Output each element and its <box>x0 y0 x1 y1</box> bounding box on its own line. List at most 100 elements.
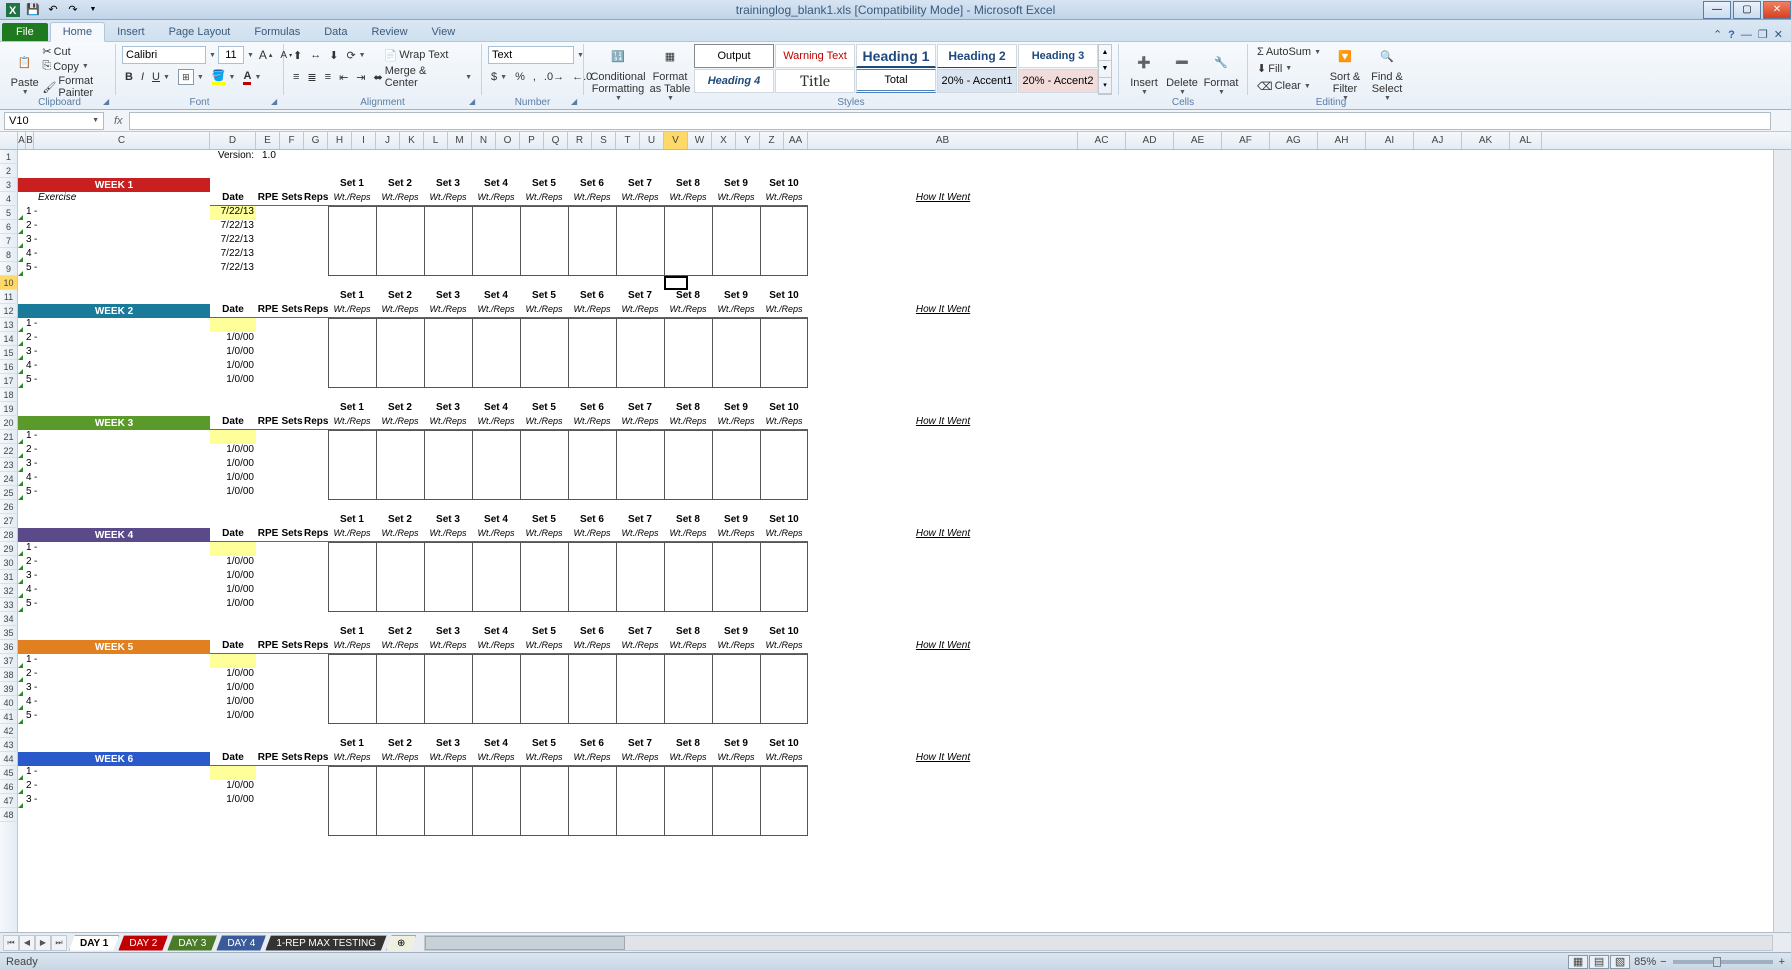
conditional-formatting-button[interactable]: 🔢Conditional Formatting▼ <box>590 44 646 102</box>
column-header[interactable]: AB <box>808 132 1078 149</box>
cell[interactable]: - <box>34 472 44 486</box>
cell[interactable]: Set 7 <box>616 178 664 192</box>
column-header[interactable]: D <box>210 132 256 149</box>
cell[interactable]: Wt./Reps <box>568 752 616 766</box>
cell[interactable]: 5 <box>26 374 34 388</box>
cell[interactable]: 3 <box>26 234 34 248</box>
font-launcher-icon[interactable]: ◢ <box>271 97 281 107</box>
clear-button[interactable]: ⌫ Clear▼ <box>1254 79 1324 94</box>
column-header[interactable]: G <box>304 132 328 149</box>
row-header[interactable]: 32 <box>0 584 17 598</box>
column-header[interactable]: F <box>280 132 304 149</box>
column-header[interactable]: U <box>640 132 664 149</box>
style-accent1[interactable]: 20% - Accent1 <box>937 69 1017 93</box>
cell[interactable]: Set 4 <box>472 290 520 304</box>
row-header[interactable]: 20 <box>0 416 17 430</box>
row-header[interactable]: 15 <box>0 346 17 360</box>
tab-nav-prev-icon[interactable]: ◀ <box>19 935 35 951</box>
cell[interactable]: Set 6 <box>568 178 616 192</box>
cell[interactable]: Wt./Reps <box>520 752 568 766</box>
cell[interactable]: Reps <box>304 752 328 766</box>
cell[interactable]: 1/0/00 <box>210 556 256 570</box>
row-header[interactable]: 3 <box>0 178 17 192</box>
cell[interactable]: - <box>34 458 44 472</box>
cell[interactable]: Wt./Reps <box>712 752 760 766</box>
tab-nav-next-icon[interactable]: ▶ <box>35 935 51 951</box>
cell[interactable]: Set 2 <box>376 290 424 304</box>
cell[interactable]: Set 1 <box>328 290 376 304</box>
redo-icon[interactable]: ↷ <box>64 2 82 18</box>
style-accent2[interactable]: 20% - Accent2 <box>1018 69 1098 93</box>
column-header[interactable]: AF <box>1222 132 1270 149</box>
cell[interactable]: Wt./Reps <box>520 304 568 318</box>
bold-button[interactable]: B <box>122 70 136 84</box>
cell[interactable]: Wt./Reps <box>424 416 472 430</box>
row-header[interactable]: 47 <box>0 794 17 808</box>
format-as-table-button[interactable]: ▦Format as Table▼ <box>646 44 694 102</box>
cell[interactable]: Set 3 <box>424 514 472 528</box>
formula-input[interactable] <box>129 112 1771 130</box>
cell[interactable]: Wt./Reps <box>760 528 808 542</box>
cell[interactable]: Wt./Reps <box>568 416 616 430</box>
cell[interactable] <box>210 766 256 780</box>
zoom-in-icon[interactable]: + <box>1779 956 1785 968</box>
column-header[interactable]: V <box>664 132 688 149</box>
insert-cells-button[interactable]: ➕Insert▼ <box>1125 44 1163 102</box>
cell[interactable]: Set 7 <box>616 626 664 640</box>
cell[interactable]: WEEK 6 <box>18 752 210 766</box>
row-header[interactable]: 25 <box>0 486 17 500</box>
row-header[interactable]: 10 <box>0 276 17 290</box>
cell[interactable]: 1/0/00 <box>210 682 256 696</box>
cell[interactable]: Wt./Reps <box>328 304 376 318</box>
row-header[interactable]: 42 <box>0 724 17 738</box>
cell[interactable]: Wt./Reps <box>712 304 760 318</box>
zoom-out-icon[interactable]: − <box>1660 956 1666 968</box>
cell[interactable]: Wt./Reps <box>712 528 760 542</box>
cell[interactable]: 1 <box>26 766 34 780</box>
row-header[interactable]: 34 <box>0 612 17 626</box>
column-header[interactable]: W <box>688 132 712 149</box>
cell[interactable] <box>210 430 256 444</box>
column-header[interactable]: H <box>328 132 352 149</box>
row-header[interactable]: 22 <box>0 444 17 458</box>
cell[interactable]: - <box>34 430 44 444</box>
cell[interactable]: Set 5 <box>520 514 568 528</box>
cell[interactable]: Date <box>210 416 256 430</box>
cell[interactable]: Wt./Reps <box>664 640 712 654</box>
column-header[interactable]: Q <box>544 132 568 149</box>
cell[interactable]: Wt./Reps <box>712 640 760 654</box>
gallery-down-icon[interactable]: ▼ <box>1099 61 1111 77</box>
cell[interactable]: Set 3 <box>424 626 472 640</box>
row-header[interactable]: 21 <box>0 430 17 444</box>
cell[interactable]: - <box>34 682 44 696</box>
cell[interactable]: Set 9 <box>712 514 760 528</box>
row-header[interactable]: 46 <box>0 780 17 794</box>
cell[interactable]: Set 9 <box>712 290 760 304</box>
indent-inc-icon[interactable]: ⇥ <box>353 70 368 85</box>
cell[interactable]: 1/0/00 <box>210 346 256 360</box>
autosum-button[interactable]: Σ AutoSum▼ <box>1254 45 1324 59</box>
cell[interactable]: How It Went <box>808 528 1078 542</box>
cell[interactable]: Wt./Reps <box>520 416 568 430</box>
cell[interactable]: 3 <box>26 682 34 696</box>
cell[interactable]: Set 1 <box>328 514 376 528</box>
cell[interactable]: 2 <box>26 444 34 458</box>
cell[interactable]: 7/22/13 <box>210 220 256 234</box>
cell[interactable]: Wt./Reps <box>376 416 424 430</box>
cell[interactable]: Set 7 <box>616 402 664 416</box>
zoom-slider[interactable] <box>1673 960 1773 964</box>
cell[interactable]: Set 5 <box>520 290 568 304</box>
style-heading4[interactable]: Heading 4 <box>694 69 774 93</box>
cell[interactable]: - <box>34 444 44 458</box>
cell[interactable]: How It Went <box>808 192 1078 206</box>
cell[interactable]: WEEK 2 <box>18 304 210 318</box>
increase-decimal-icon[interactable]: .0→ <box>541 70 567 84</box>
cell[interactable]: Version: <box>210 150 256 164</box>
row-header[interactable]: 6 <box>0 220 17 234</box>
cell[interactable]: Wt./Reps <box>472 528 520 542</box>
cell[interactable]: 1/0/00 <box>210 360 256 374</box>
cell[interactable]: RPE <box>256 304 280 318</box>
cell[interactable]: Wt./Reps <box>616 528 664 542</box>
row-header[interactable]: 9 <box>0 262 17 276</box>
cell[interactable]: RPE <box>256 640 280 654</box>
